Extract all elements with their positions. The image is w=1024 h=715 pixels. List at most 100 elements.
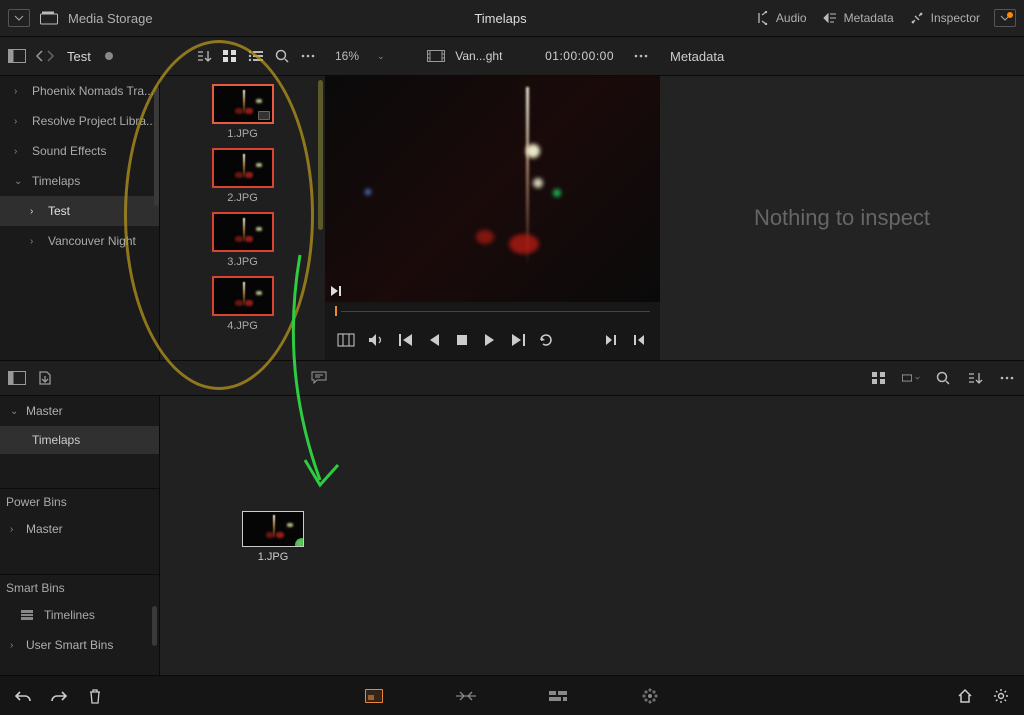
thumb-item[interactable]: 4.JPG xyxy=(212,276,274,332)
pool-thumb-item[interactable]: 1.JPG xyxy=(242,511,304,563)
smart-bins-header[interactable]: Smart Bins xyxy=(0,574,159,600)
chevron-right-icon: › xyxy=(30,206,40,217)
tree-item[interactable]: ›Resolve Project Libra... xyxy=(0,106,159,136)
grid-view-icon[interactable] xyxy=(221,47,239,65)
metadata-toggle[interactable]: Metadata xyxy=(821,9,894,27)
notification-dot xyxy=(1007,12,1013,18)
play-icon[interactable] xyxy=(481,331,499,349)
metadata-panel: Nothing to inspect xyxy=(660,76,1024,360)
media-storage-icon xyxy=(40,9,58,27)
tree-item[interactable]: ›Sound Effects xyxy=(0,136,159,166)
clip-name: Van...ght xyxy=(455,49,502,63)
trash-icon[interactable] xyxy=(86,687,104,705)
browser-toolbar: Test 16%⌄ Van...ght 01:00:00:00 Metadata xyxy=(0,36,1024,76)
sort-icon[interactable] xyxy=(966,369,984,387)
zoom-level[interactable]: 16% xyxy=(335,49,359,63)
tree-item-timelaps[interactable]: ⌄Timelaps xyxy=(0,166,159,196)
grid-view-icon[interactable] xyxy=(870,369,888,387)
gear-icon[interactable] xyxy=(992,687,1010,705)
timeline-icon xyxy=(18,606,36,624)
chevron-right-icon: › xyxy=(10,640,20,651)
home-icon[interactable] xyxy=(956,687,974,705)
bin-master[interactable]: ⌄Master xyxy=(0,396,159,426)
film-icon[interactable] xyxy=(427,47,445,65)
scrollbar-thumb[interactable] xyxy=(154,86,159,206)
audio-icon xyxy=(753,9,771,27)
panel-toggle-icon[interactable] xyxy=(8,369,26,387)
main-area: ›Phoenix Nomads Tra... ›Resolve Project … xyxy=(0,76,1024,360)
go-start-icon[interactable] xyxy=(630,331,648,349)
right-dropdown[interactable] xyxy=(994,9,1016,27)
comment-icon[interactable] xyxy=(310,369,328,387)
scrubber[interactable] xyxy=(325,302,660,320)
inspector-label: Inspector xyxy=(931,11,980,25)
inspector-toggle[interactable]: Inspector xyxy=(908,9,980,27)
page-edit-icon[interactable] xyxy=(547,687,569,705)
viewer-canvas[interactable] xyxy=(325,76,660,302)
project-title: Timelaps xyxy=(248,11,753,26)
search-icon[interactable] xyxy=(934,369,952,387)
metadata-header: Metadata xyxy=(670,49,724,64)
loop-icon[interactable] xyxy=(537,331,555,349)
drag-indicator xyxy=(295,538,304,547)
go-end-icon[interactable] xyxy=(602,331,620,349)
bin-timelaps[interactable]: Timelaps xyxy=(0,426,159,454)
audio-toggle[interactable]: Audio xyxy=(753,9,807,27)
scrollbar-thumb[interactable] xyxy=(318,80,323,230)
list-view-icon[interactable] xyxy=(247,47,265,65)
chevron-right-icon: › xyxy=(14,146,24,157)
media-storage-label[interactable]: Media Storage xyxy=(68,11,153,26)
stop-icon[interactable] xyxy=(453,331,471,349)
tree-item-test[interactable]: ›Test xyxy=(0,196,159,226)
search-icon[interactable] xyxy=(273,47,291,65)
page-media-icon[interactable] xyxy=(363,687,385,705)
aspect-icon[interactable] xyxy=(902,369,920,387)
play-reverse-icon[interactable] xyxy=(425,331,443,349)
chevron-right-icon: › xyxy=(30,236,40,247)
viewer-more-icon[interactable] xyxy=(632,47,650,65)
more-icon[interactable] xyxy=(998,369,1016,387)
framing-icon[interactable] xyxy=(337,331,355,349)
bins-sidebar: ⌄Master Timelaps Power Bins ›Master Smar… xyxy=(0,396,160,676)
workspace-dropdown[interactable] xyxy=(8,9,30,27)
next-clip-icon[interactable] xyxy=(509,331,527,349)
page-fusion-icon[interactable] xyxy=(639,687,661,705)
scrollbar-thumb[interactable] xyxy=(152,606,157,646)
skip-next-icon[interactable] xyxy=(329,284,343,298)
tree-item-vancouver[interactable]: ›Vancouver Night xyxy=(0,226,159,256)
pool-canvas[interactable]: 1.JPG xyxy=(160,396,1024,676)
volume-icon[interactable] xyxy=(367,331,385,349)
page-cut-icon[interactable] xyxy=(455,687,477,705)
tree-item[interactable]: ›Phoenix Nomads Tra... xyxy=(0,76,159,106)
folder-tree: ›Phoenix Nomads Tra... ›Resolve Project … xyxy=(0,76,160,360)
thumb-item[interactable]: 1.JPG xyxy=(212,84,274,140)
thumb-item[interactable]: 2.JPG xyxy=(212,148,274,204)
unsaved-dot xyxy=(105,52,113,60)
audio-label: Audio xyxy=(776,11,807,25)
media-pool: ⌄Master Timelaps Power Bins ›Master Smar… xyxy=(0,396,1024,676)
prev-clip-icon[interactable] xyxy=(397,331,415,349)
smart-bin-user[interactable]: ›User Smart Bins xyxy=(0,630,159,660)
nav-fwd-icon[interactable] xyxy=(45,47,55,65)
topbar: Media Storage Timelaps Audio Metadata In… xyxy=(0,0,1024,36)
panel-toggle-icon[interactable] xyxy=(8,47,26,65)
viewer xyxy=(325,76,660,360)
media-pool-toolbar xyxy=(0,360,1024,396)
sort-icon[interactable] xyxy=(195,47,213,65)
thumb-item[interactable]: 3.JPG xyxy=(212,212,274,268)
playhead[interactable] xyxy=(335,306,337,316)
import-icon[interactable] xyxy=(36,369,54,387)
chevron-down-icon: ⌄ xyxy=(10,406,20,417)
current-folder: Test xyxy=(67,49,91,64)
power-bins-header[interactable]: Power Bins xyxy=(0,488,159,514)
chevron-right-icon: › xyxy=(10,524,20,535)
undo-icon[interactable] xyxy=(14,687,32,705)
thumbnails-column: 1.JPG 2.JPG 3.JPG 4.JPG xyxy=(160,76,325,360)
smart-bin-timelines[interactable]: Timelines xyxy=(0,600,159,630)
more-icon[interactable] xyxy=(299,47,317,65)
timecode[interactable]: 01:00:00:00 xyxy=(545,49,614,63)
power-bin-master[interactable]: ›Master xyxy=(0,514,159,544)
chevron-right-icon: › xyxy=(14,116,24,127)
redo-icon[interactable] xyxy=(50,687,68,705)
nav-back-icon[interactable] xyxy=(34,47,44,65)
